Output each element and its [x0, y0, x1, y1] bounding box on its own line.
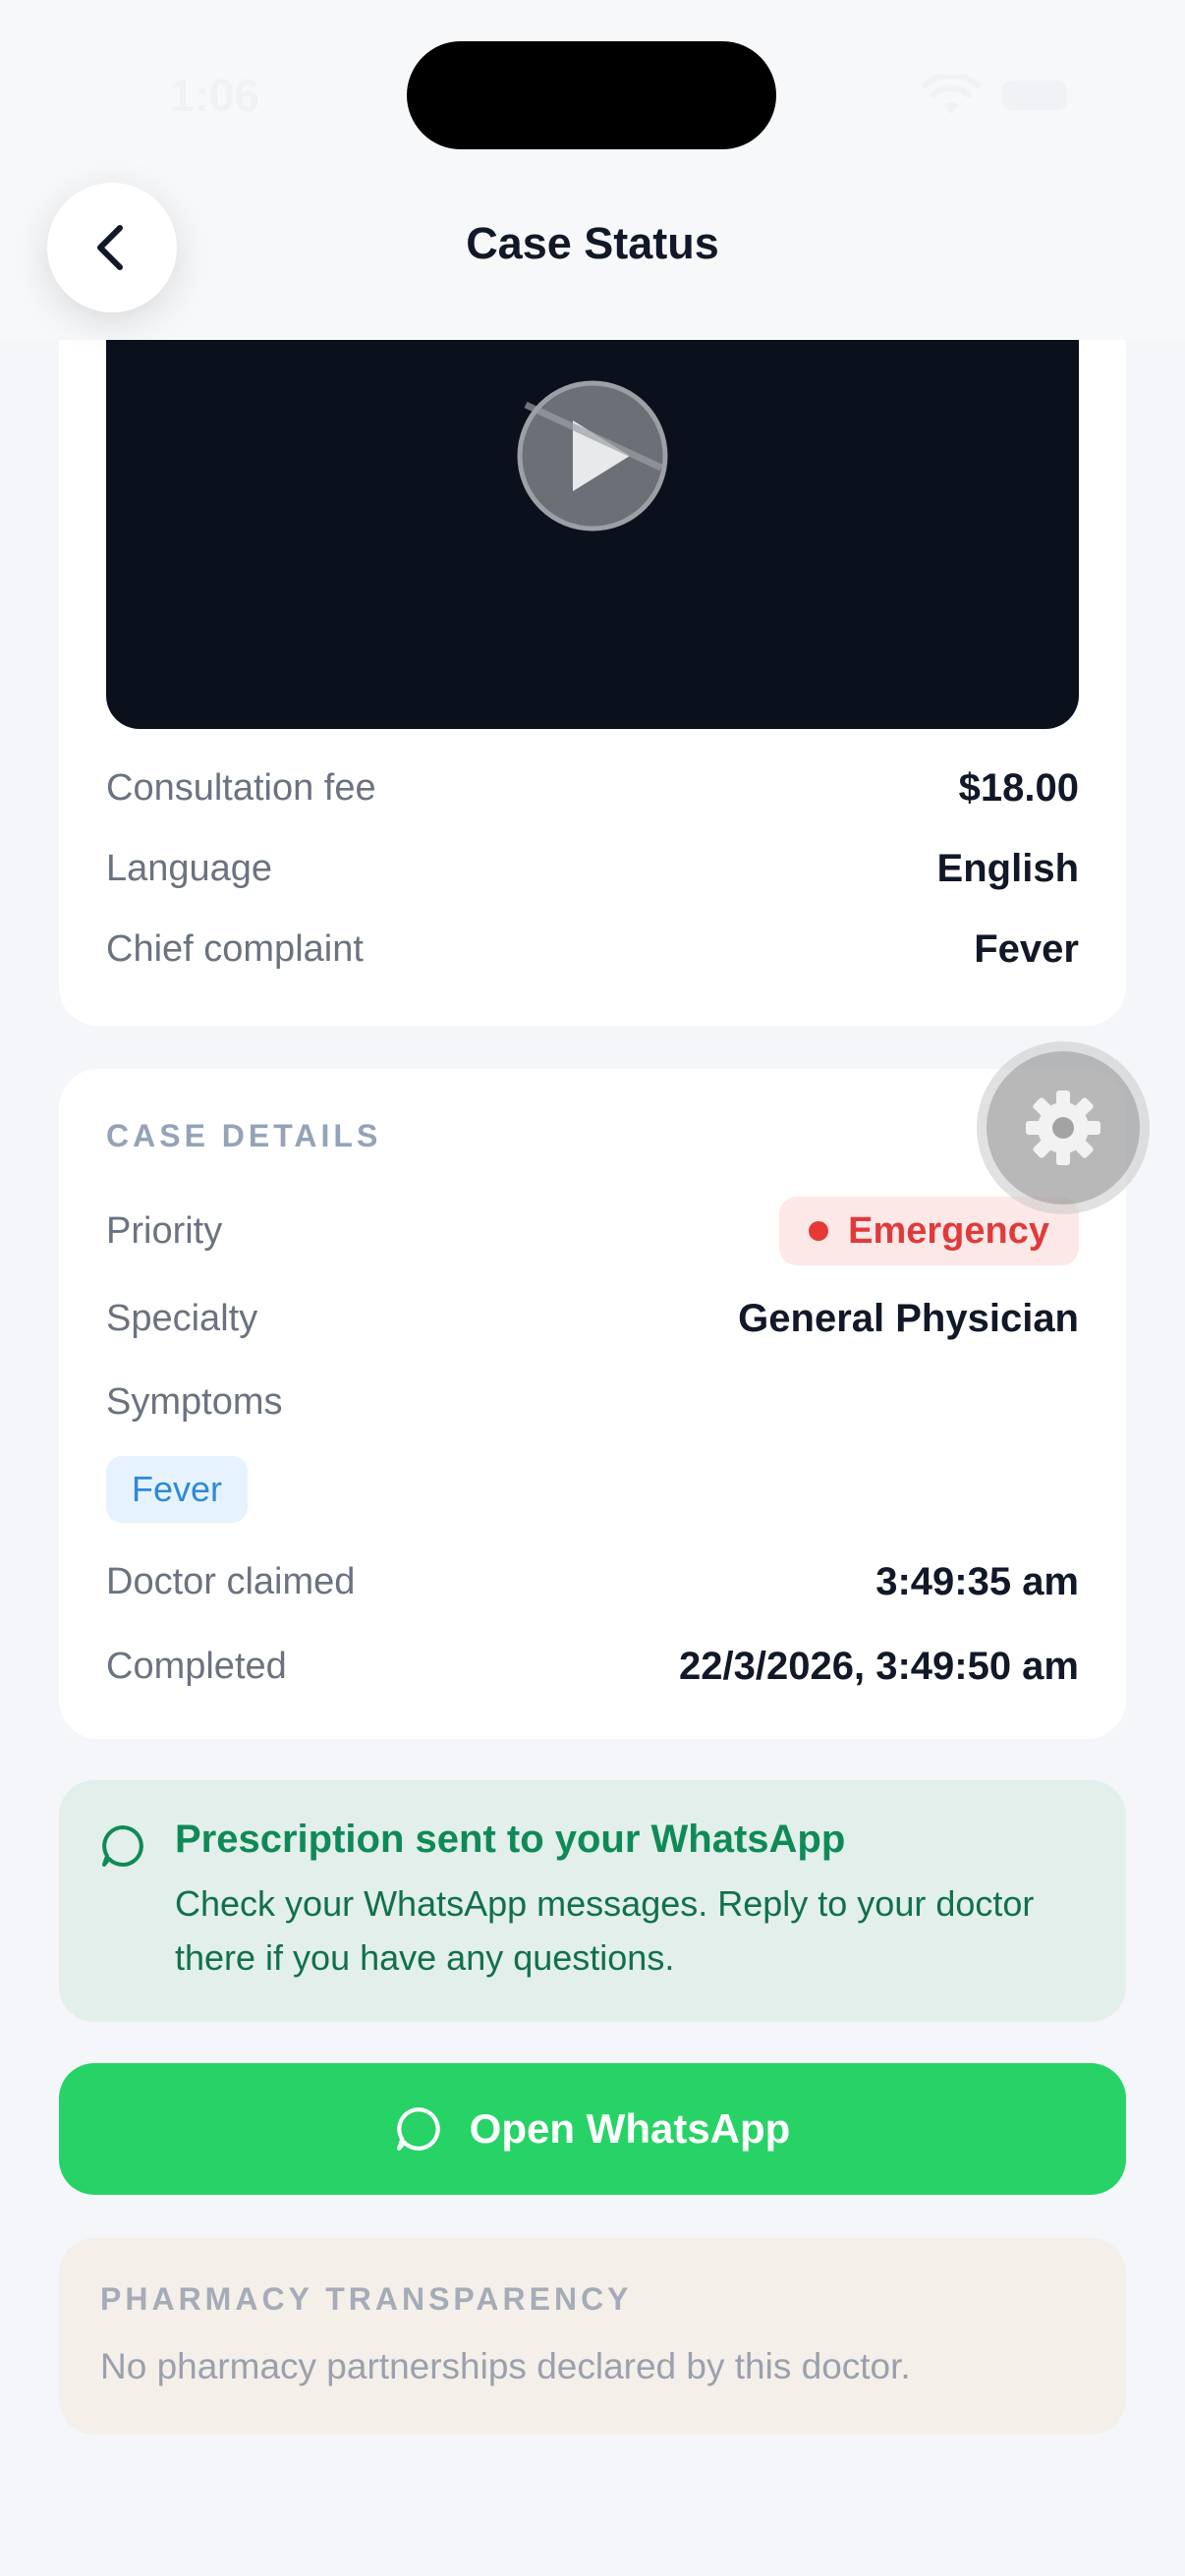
page-title: Case Status [466, 218, 719, 268]
gear-icon [1026, 1091, 1100, 1165]
language-row: Language English [106, 847, 1079, 891]
language-label: Language [106, 848, 273, 889]
consultation-fee-label: Consultation fee [106, 767, 376, 809]
notice-title: Prescription sent to your WhatsApp [175, 1818, 846, 1861]
dynamic-island [407, 41, 776, 149]
priority-label: Priority [106, 1209, 223, 1252]
doctor-claimed-value: 3:49:35 am [875, 1560, 1079, 1603]
priority-row: Priority Emergency [106, 1197, 1079, 1265]
completed-label: Completed [106, 1646, 287, 1687]
consultation-card: Consultation fee $18.00 Language English… [59, 295, 1126, 1026]
symptoms-label: Symptoms [106, 1381, 283, 1423]
play-icon[interactable] [514, 377, 671, 534]
language-value: English [936, 847, 1079, 890]
prescription-notice: Prescription sent to your WhatsApp Check… [59, 1780, 1126, 2022]
pharmacy-text: No pharmacy partnerships declared by thi… [100, 2346, 911, 2386]
video-player[interactable] [106, 295, 1079, 729]
priority-value: Emergency [848, 1209, 1049, 1252]
wifi-icon [922, 75, 981, 114]
consultation-fee-row: Consultation fee $18.00 [106, 766, 1079, 811]
case-details-title: CASE DETAILS [106, 1118, 382, 1153]
status-time: 1:06 [169, 70, 260, 121]
pharmacy-title: PHARMACY TRANSPARENCY [100, 2281, 633, 2317]
specialty-label: Specialty [106, 1298, 258, 1339]
open-whatsapp-label: Open WhatsApp [469, 2105, 791, 2152]
doctor-claimed-label: Doctor claimed [106, 1561, 356, 1602]
settings-fab[interactable] [987, 1051, 1140, 1204]
chief-complaint-row: Chief complaint Fever [106, 927, 1079, 972]
symptoms-row: Symptoms [106, 1381, 1079, 1424]
chat-bubble-icon [396, 2107, 440, 2151]
chief-complaint-value: Fever [974, 927, 1079, 971]
case-status-screen: Consultation fee $18.00 Language English… [0, 0, 1185, 2576]
completed-value: 22/3/2026, 3:49:50 am [679, 1645, 1079, 1688]
chief-complaint-label: Chief complaint [106, 928, 364, 970]
symptom-chip: Fever [106, 1456, 249, 1523]
battery-icon [1002, 81, 1067, 110]
doctor-claimed-row: Doctor claimed 3:49:35 am [106, 1560, 1079, 1604]
pharmacy-transparency-card: PHARMACY TRANSPARENCY No pharmacy partne… [59, 2238, 1126, 2435]
completed-row: Completed 22/3/2026, 3:49:50 am [106, 1645, 1079, 1689]
specialty-row: Specialty General Physician [106, 1297, 1079, 1341]
emergency-dot-icon [809, 1221, 829, 1241]
notice-text: Check your WhatsApp messages. Reply to y… [175, 1883, 1035, 1978]
specialty-value: General Physician [738, 1297, 1079, 1340]
status-bar: 1:06 [0, 0, 1185, 187]
chat-bubble-icon [102, 1825, 143, 1867]
priority-badge: Emergency [779, 1197, 1079, 1265]
open-whatsapp-button[interactable]: Open WhatsApp [59, 2063, 1126, 2195]
consultation-fee-value: $18.00 [958, 766, 1079, 810]
case-details-card: CASE DETAILS Priority Emergency Specialt… [59, 1069, 1126, 1739]
